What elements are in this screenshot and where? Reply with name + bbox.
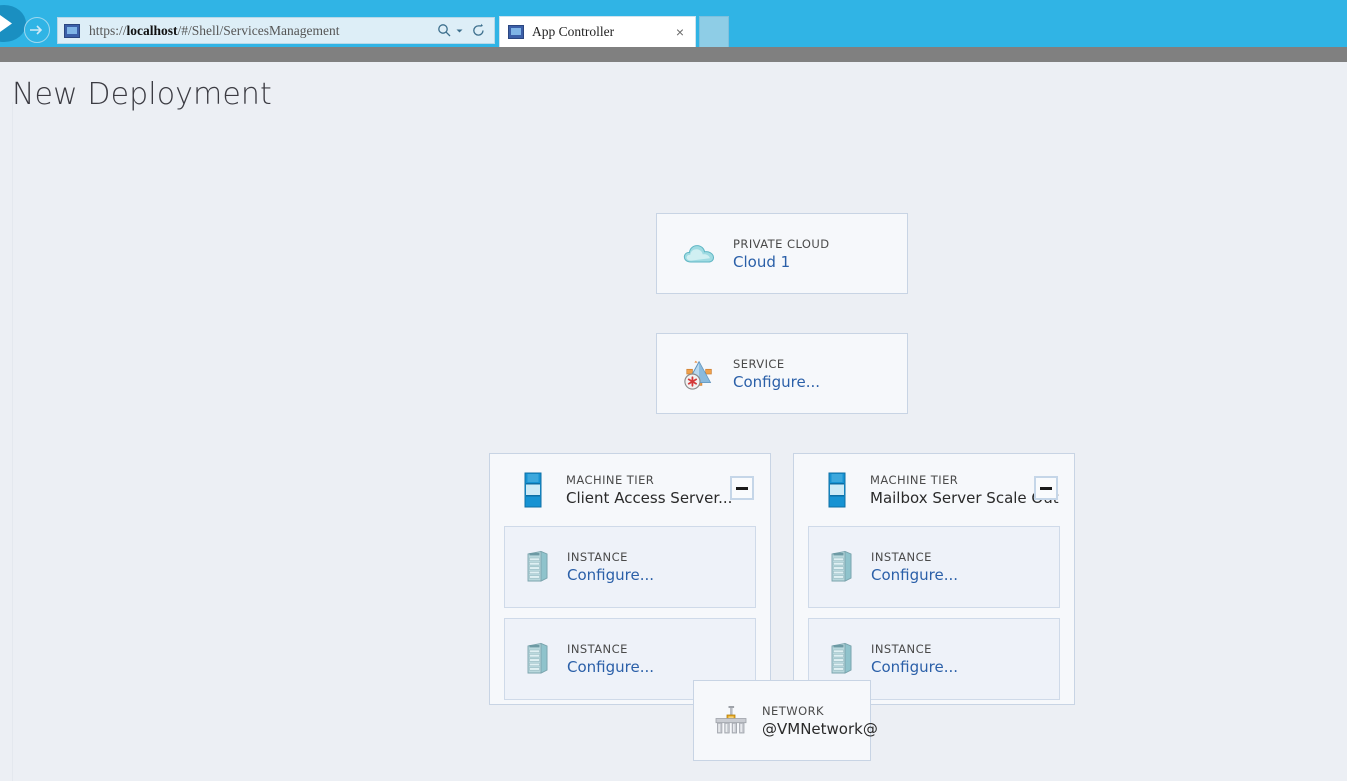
node-value-text: Client Access Server... <box>566 489 733 507</box>
node-value-link[interactable]: Configure... <box>871 566 958 584</box>
url-host: localhost <box>126 22 178 38</box>
arrow-right-icon <box>30 25 43 35</box>
chevron-down-icon[interactable] <box>455 26 464 35</box>
machine-tier-card: MACHINE TIER Client Access Server... INS… <box>489 453 771 705</box>
search-icon[interactable] <box>437 23 452 38</box>
page-content: New Deployment PRIVATE CLOUD Cloud 1 SER… <box>0 62 1347 781</box>
node-value-text: @VMNetwork@ <box>762 719 878 738</box>
machine-tier-icon <box>516 471 550 509</box>
node-kind-label: PRIVATE CLOUD <box>733 236 830 251</box>
instance-icon <box>827 550 857 584</box>
node-private-cloud[interactable]: PRIVATE CLOUD Cloud 1 <box>656 213 908 294</box>
node-kind-label: INSTANCE <box>871 642 932 657</box>
url-scheme: https:// <box>89 22 127 38</box>
minus-icon <box>1040 486 1052 490</box>
node-value-link[interactable]: Configure... <box>567 566 654 584</box>
collapse-button[interactable] <box>730 476 754 500</box>
tab-app-controller[interactable]: App Controller × <box>499 16 696 47</box>
tab-strip: App Controller × <box>499 16 729 47</box>
node-kind-label: INSTANCE <box>871 550 932 565</box>
page-icon <box>64 23 80 38</box>
node-value-link[interactable]: Configure... <box>567 658 654 676</box>
node-service[interactable]: SERVICE Configure... <box>656 333 908 414</box>
machine-tier-card: MACHINE TIER Mailbox Server Scale Out IN… <box>793 453 1075 705</box>
service-icon <box>683 355 717 393</box>
network-icon <box>714 702 748 740</box>
forward-button[interactable] <box>24 17 50 43</box>
machine-tier-header[interactable]: MACHINE TIER Client Access Server... <box>490 454 770 526</box>
close-icon[interactable]: × <box>673 25 687 39</box>
node-value-link[interactable]: Cloud 1 <box>733 253 790 271</box>
instance-card[interactable]: INSTANCE Configure... <box>808 526 1060 608</box>
address-bar[interactable]: https://localhost/#/Shell/ServicesManage… <box>57 17 495 44</box>
tab-label: App Controller <box>532 24 615 39</box>
node-value-link[interactable]: Configure... <box>733 373 820 391</box>
instance-icon <box>827 642 857 676</box>
node-kind-label: INSTANCE <box>567 642 628 657</box>
node-value-link[interactable]: Configure... <box>871 658 958 676</box>
address-url: https://localhost/#/Shell/ServicesManage… <box>89 23 437 39</box>
instance-card[interactable]: INSTANCE Configure... <box>504 526 756 608</box>
refresh-icon[interactable] <box>471 23 486 38</box>
deployment-diagram: PRIVATE CLOUD Cloud 1 SERVICE Configure.… <box>0 62 1347 781</box>
browser-chrome: https://localhost/#/Shell/ServicesManage… <box>0 0 1347 47</box>
chrome-divider <box>0 47 1347 62</box>
page-icon <box>508 25 524 39</box>
node-kind-label: INSTANCE <box>567 550 628 565</box>
node-kind-label: MACHINE TIER <box>870 473 959 488</box>
back-button[interactable] <box>0 5 26 42</box>
node-network[interactable]: NETWORK @VMNetwork@ <box>693 680 878 761</box>
new-tab-button[interactable] <box>699 16 729 47</box>
instance-icon <box>523 550 553 584</box>
machine-tier-icon <box>820 471 854 509</box>
collapse-button[interactable] <box>1034 476 1058 500</box>
instance-icon <box>523 642 553 676</box>
node-kind-label: MACHINE TIER <box>566 473 655 488</box>
node-value-text: Mailbox Server Scale Out <box>870 489 1059 507</box>
minus-icon <box>736 486 748 490</box>
node-kind-label: SERVICE <box>733 356 785 371</box>
node-kind-label: NETWORK <box>762 703 824 718</box>
cloud-icon <box>683 235 717 273</box>
machine-tier-header[interactable]: MACHINE TIER Mailbox Server Scale Out <box>794 454 1074 526</box>
url-path: /#/Shell/ServicesManagement <box>177 22 340 38</box>
